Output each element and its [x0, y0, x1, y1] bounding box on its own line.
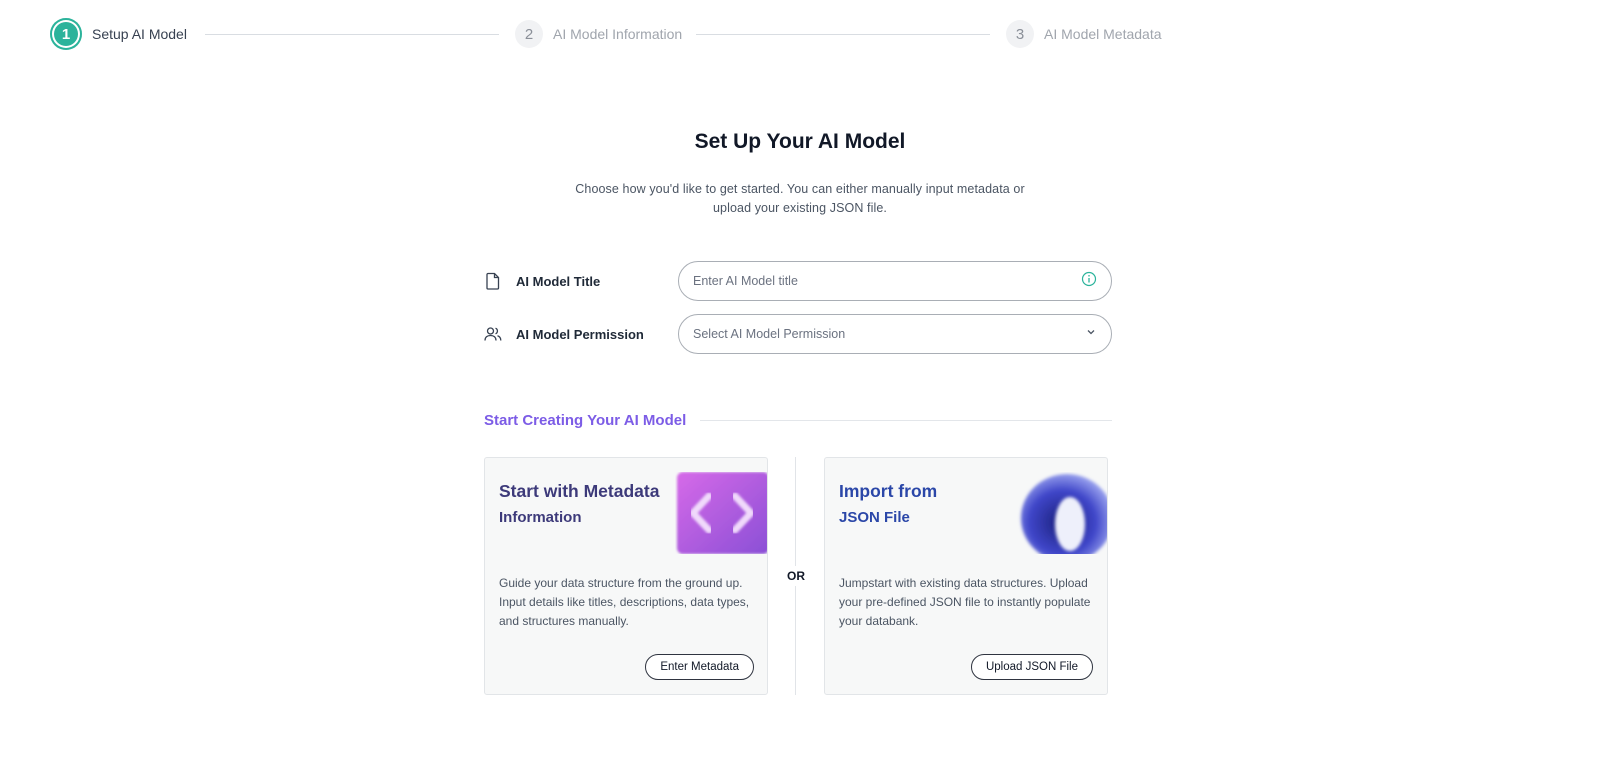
metadata-card-title: Start with Metadata Information [499, 480, 659, 528]
enter-metadata-button[interactable]: Enter Metadata [645, 654, 754, 680]
model-permission-select[interactable]: Select AI Model Permission [678, 314, 1112, 354]
upload-json-button[interactable]: Upload JSON File [970, 654, 1093, 680]
section-heading-rule [700, 420, 1112, 421]
step-connector-2 [696, 34, 990, 35]
or-label: OR [784, 566, 808, 586]
model-title-field[interactable] [678, 261, 1112, 301]
model-permission-selected: Select AI Model Permission [693, 327, 846, 341]
metadata-card-description: Guide your data structure from the groun… [499, 576, 750, 628]
model-permission-label-group: AI Model Permission [484, 325, 678, 343]
step-2[interactable]: 2 AI Model Information [515, 18, 682, 50]
step-2-number: 2 [515, 20, 543, 48]
ring-3d-icon [1015, 472, 1107, 562]
step-2-label: AI Model Information [553, 26, 683, 42]
step-3[interactable]: 3 AI Model Metadata [1006, 18, 1162, 50]
model-permission-row: AI Model Permission Select AI Model Perm… [484, 314, 1112, 354]
json-card-title-line2: JSON File [839, 509, 910, 526]
model-title-row: AI Model Title [484, 261, 1112, 301]
page-title: Set Up Your AI Model [694, 130, 906, 153]
json-card-title: Import from JSON File [839, 480, 937, 528]
json-card-description: Jumpstart with existing data structures.… [839, 576, 1091, 628]
step-3-number: 3 [1006, 20, 1034, 48]
document-icon [484, 272, 502, 290]
model-permission-label: AI Model Permission [516, 326, 644, 342]
step-3-label: AI Model Metadata [1044, 26, 1162, 42]
users-icon [484, 325, 502, 343]
section-heading-text: Start Creating Your AI Model [484, 412, 687, 429]
model-title-label-group: AI Model Title [484, 272, 678, 290]
json-card-title-line1: Import from [839, 481, 938, 501]
model-title-label: AI Model Title [516, 273, 601, 289]
section-heading: Start Creating Your AI Model [484, 412, 1112, 429]
metadata-option-card[interactable]: Start with Metadata Information Guide yo… [484, 457, 768, 695]
step-1[interactable]: 1 Setup AI Model [50, 18, 187, 50]
page-subtitle: Choose how you'd like to get started. Yo… [575, 182, 1025, 215]
step-1-label: Setup AI Model [92, 26, 187, 42]
progress-stepper: 1 Setup AI Model 2 AI Model Information … [50, 18, 1165, 50]
metadata-card-title-line1: Start with Metadata [499, 481, 660, 501]
json-option-card[interactable]: Import from JSON File Jumpstart with exi… [824, 457, 1108, 695]
chevron-down-icon[interactable] [1085, 325, 1097, 343]
code-brackets-icon [675, 472, 767, 554]
step-1-number: 1 [50, 18, 82, 50]
step-connector-1 [205, 34, 499, 35]
metadata-card-title-line2: Information [499, 509, 582, 526]
model-title-input[interactable] [693, 274, 1081, 288]
info-icon[interactable] [1081, 271, 1097, 292]
